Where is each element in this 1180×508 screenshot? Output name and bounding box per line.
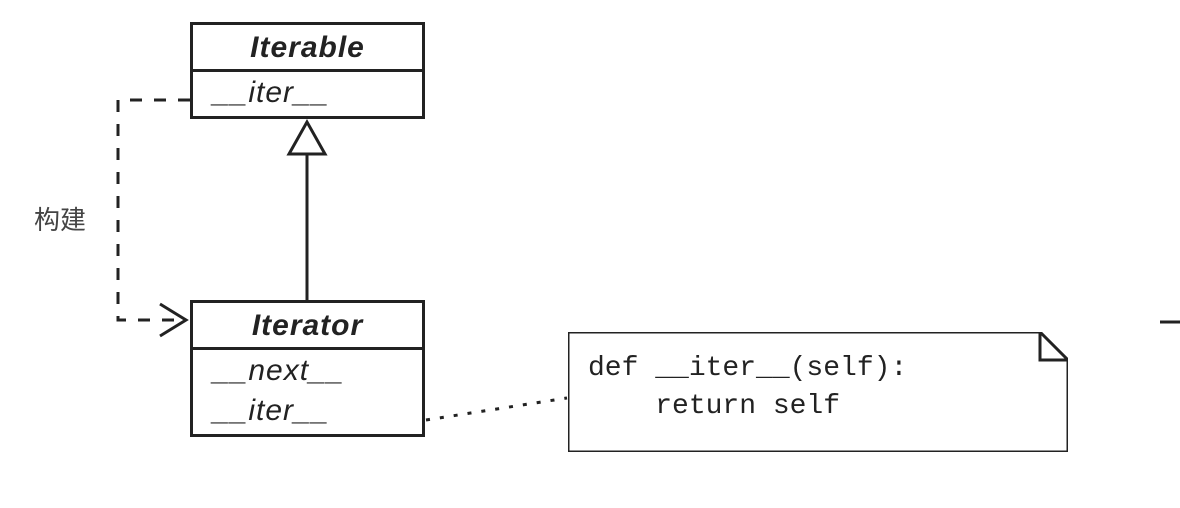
uml-class-member: __next__ (193, 350, 422, 394)
uml-class-member: __iter__ (193, 72, 422, 116)
note-line-2: return self (588, 391, 840, 422)
uml-note: def __iter__(self): return self (568, 332, 1068, 452)
uml-class-iterator: Iterator __next__ __iter__ (190, 300, 425, 437)
uml-class-title: Iterator (193, 303, 422, 350)
note-link (426, 398, 567, 420)
uml-class-member: __iter__ (193, 394, 422, 434)
note-line-1: def __iter__(self): (588, 353, 907, 384)
generalization-arrow (289, 122, 325, 300)
dependency-label: 构建 (34, 200, 86, 237)
uml-note-code: def __iter__(self): return self (588, 350, 907, 426)
uml-class-title: Iterable (193, 25, 422, 72)
uml-class-iterable: Iterable __iter__ (190, 22, 425, 119)
uml-diagram: Iterable __iter__ Iterator __next__ __it… (0, 0, 1180, 508)
dependency-arrow (118, 100, 190, 336)
